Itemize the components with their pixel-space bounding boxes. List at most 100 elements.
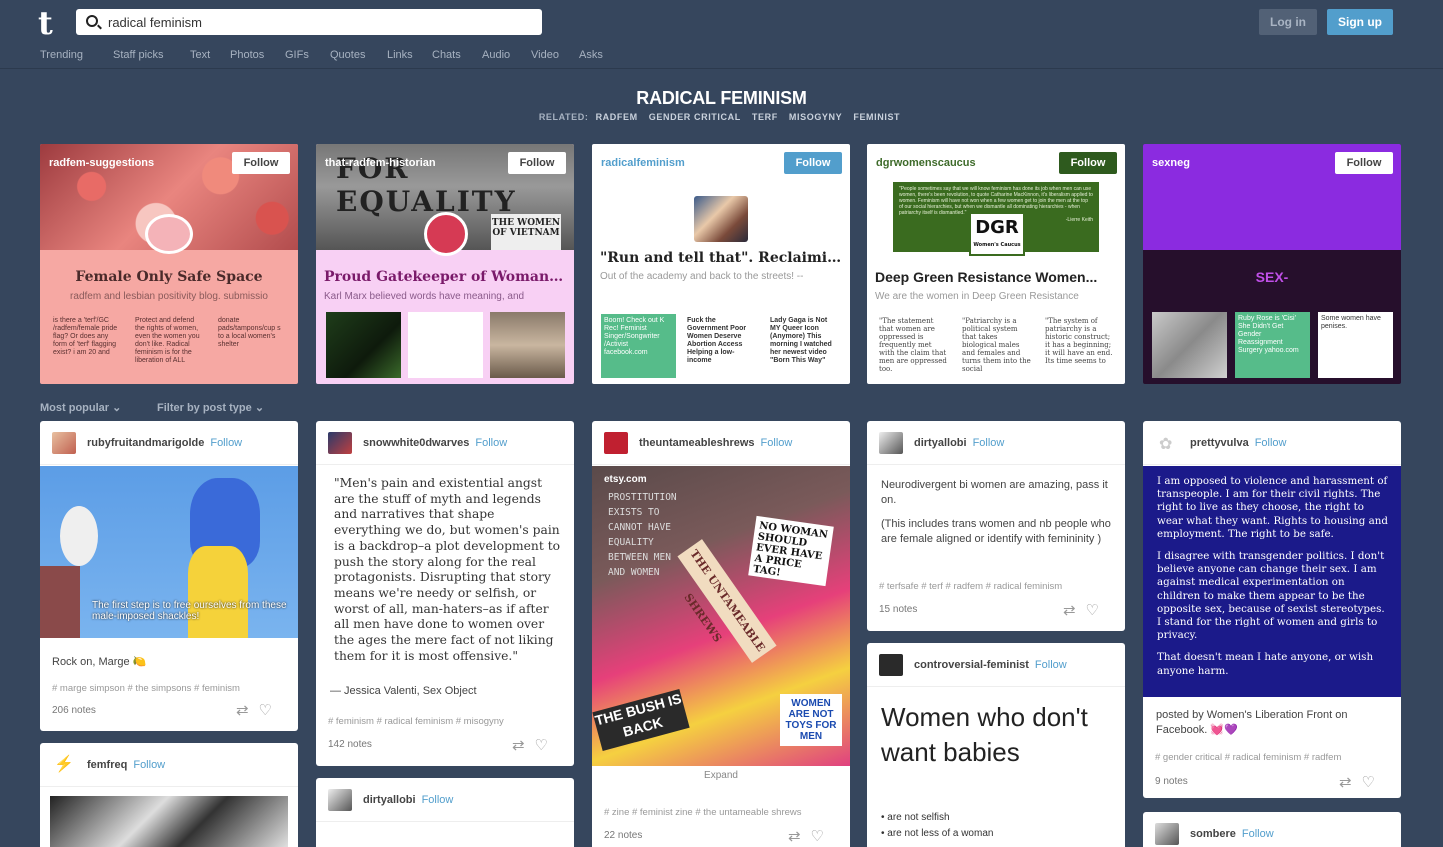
follow-button[interactable]: Follow <box>1059 152 1117 174</box>
mini-photo[interactable] <box>490 312 565 378</box>
reblog-icon[interactable]: ⇄ <box>236 702 259 719</box>
nav-video[interactable]: Video <box>531 49 559 61</box>
blog-card[interactable]: dgrwomenscaucus Follow "People sometimes… <box>867 144 1125 384</box>
post-card[interactable]: snowwhite0dwarves Follow "Men's pain and … <box>316 421 574 766</box>
heart-icon[interactable]: ♡ <box>1086 602 1109 619</box>
post-image-text[interactable]: I am opposed to violence and harassment … <box>1143 466 1401 697</box>
avatar[interactable] <box>328 432 352 454</box>
reblog-icon[interactable]: ⇄ <box>512 737 535 754</box>
blog-card[interactable]: FOR EQUALITY THE WOMEN OF VIETNAM that-r… <box>316 144 574 384</box>
follow-button[interactable]: Follow <box>784 152 842 174</box>
notes-count[interactable]: 15 notes <box>879 604 917 615</box>
blog-name[interactable]: radfem-suggestions <box>49 157 154 169</box>
blog-card[interactable]: radfem-suggestions Follow Female Only Sa… <box>40 144 298 384</box>
follow-button[interactable]: Follow <box>508 152 566 174</box>
heart-icon[interactable]: ♡ <box>259 702 282 719</box>
nav-trending[interactable]: Trending <box>40 49 83 61</box>
heart-icon[interactable]: ♡ <box>1362 774 1385 791</box>
heart-icon[interactable]: ♡ <box>811 828 834 845</box>
post-tags[interactable]: # marge simpson # the simpsons # feminis… <box>52 683 292 694</box>
blog-name[interactable]: radicalfeminism <box>601 157 685 169</box>
mini-post[interactable]: "The statement that women are oppressed … <box>876 314 951 374</box>
username[interactable]: prettyvulva <box>1190 437 1249 449</box>
signup-button[interactable]: Sign up <box>1327 9 1393 35</box>
post-card[interactable]: dirtyallobi Follow Neurodivergent bi wome… <box>867 421 1125 631</box>
post-tags[interactable]: # zine # feminist zine # the untameable … <box>604 807 844 818</box>
post-tags[interactable]: # gender critical # radical feminism # r… <box>1155 752 1395 763</box>
avatar[interactable]: ✿ <box>1155 432 1179 454</box>
search-box[interactable] <box>76 9 542 35</box>
blog-name[interactable]: sexneg <box>1152 157 1190 169</box>
post-card[interactable]: ✿ prettyvulva Follow I am opposed to viol… <box>1143 421 1401 798</box>
reblog-icon[interactable]: ⇄ <box>1339 774 1362 791</box>
mini-post[interactable]: Protect and defend the rights of women, … <box>132 314 207 370</box>
nav-gifs[interactable]: GIFs <box>285 49 309 61</box>
reblog-icon[interactable]: ⇄ <box>1063 602 1086 619</box>
related-tag[interactable]: GENDER CRITICAL <box>649 112 741 122</box>
follow-link[interactable]: Follow <box>133 759 165 771</box>
post-card[interactable]: ⚡ femfreq Follow <box>40 743 298 847</box>
search-input[interactable] <box>108 12 528 32</box>
nav-audio[interactable]: Audio <box>482 49 510 61</box>
nav-asks[interactable]: Asks <box>579 49 603 61</box>
post-card[interactable]: sombere Follow <box>1143 812 1401 847</box>
avatar[interactable] <box>52 432 76 454</box>
mini-post[interactable]: "Patriarchy is a political system that t… <box>959 314 1034 374</box>
post-author[interactable]: sombere Follow <box>1190 828 1274 840</box>
tumblr-logo-icon[interactable]: t <box>38 6 53 40</box>
mini-post[interactable]: Ruby Rose is 'Cisi' She Didn't Get Gende… <box>1235 312 1310 378</box>
follow-link[interactable]: Follow <box>475 437 507 449</box>
follow-button[interactable]: Follow <box>1335 152 1393 174</box>
username[interactable]: snowwhite0dwarves <box>363 437 469 449</box>
blog-card[interactable]: sexneg Follow SEX- Ruby Rose is 'Cisi' S… <box>1143 144 1401 384</box>
username[interactable]: dirtyallobi <box>363 794 416 806</box>
avatar[interactable] <box>879 432 903 454</box>
username[interactable]: sombere <box>1190 828 1236 840</box>
sort-dropdown[interactable]: Most popular ⌄ <box>40 401 121 414</box>
reblog-icon[interactable]: ⇄ <box>788 828 811 845</box>
post-card[interactable]: theuntameableshrews Follow etsy.com PROST… <box>592 421 850 847</box>
follow-link[interactable]: Follow <box>973 437 1005 449</box>
post-author[interactable]: prettyvulva Follow <box>1190 437 1287 449</box>
nav-quotes[interactable]: Quotes <box>330 49 365 61</box>
post-image[interactable] <box>50 796 288 847</box>
notes-count[interactable]: 142 notes <box>328 739 372 750</box>
follow-link[interactable]: Follow <box>210 437 242 449</box>
username[interactable]: controversial-feminist <box>914 659 1029 671</box>
related-tag[interactable]: RADFEM <box>596 112 638 122</box>
blog-name[interactable]: that-radfem-historian <box>325 157 436 169</box>
expand-button[interactable]: Expand <box>592 766 850 792</box>
post-tags[interactable]: # feminism # radical feminism # misogyny <box>328 716 568 727</box>
mini-photo[interactable] <box>408 312 483 378</box>
follow-button[interactable]: Follow <box>232 152 290 174</box>
username[interactable]: femfreq <box>87 759 127 771</box>
login-button[interactable]: Log in <box>1259 9 1317 35</box>
related-tag[interactable]: TERF <box>752 112 778 122</box>
mini-post[interactable]: Fuck the Government Poor Women Deserve A… <box>684 314 759 378</box>
post-author[interactable]: femfreq Follow <box>87 759 165 771</box>
mini-post[interactable]: Lady Gaga is Not MY Queer Icon (Anymore)… <box>767 314 842 378</box>
nav-links[interactable]: Links <box>387 49 413 61</box>
follow-link[interactable]: Follow <box>422 794 454 806</box>
post-card[interactable]: controversial-feminist Follow Women who d… <box>867 643 1125 847</box>
follow-link[interactable]: Follow <box>1035 659 1067 671</box>
post-card[interactable]: dirtyallobi Follow <box>316 778 574 847</box>
post-tags[interactable]: # terfsafe # terf # radfem # radical fem… <box>879 581 1119 592</box>
post-author[interactable]: snowwhite0dwarves Follow <box>363 437 507 449</box>
post-author[interactable]: dirtyallobi Follow <box>914 437 1004 449</box>
heart-icon[interactable]: ♡ <box>535 737 558 754</box>
username[interactable]: rubyfruitandmarigolde <box>87 437 204 449</box>
mini-post[interactable]: is there a 'terf'/GC /radfem/female prid… <box>50 314 125 370</box>
post-image[interactable]: The first step is to free ourselves from… <box>40 466 298 638</box>
post-author[interactable]: rubyfruitandmarigolde Follow <box>87 437 242 449</box>
follow-link[interactable]: Follow <box>761 437 793 449</box>
nav-photos[interactable]: Photos <box>230 49 264 61</box>
notes-count[interactable]: 22 notes <box>604 830 642 841</box>
avatar[interactable] <box>879 654 903 676</box>
post-author[interactable]: controversial-feminist Follow <box>914 659 1067 671</box>
related-tag[interactable]: FEMINIST <box>853 112 900 122</box>
nav-text[interactable]: Text <box>190 49 210 61</box>
nav-chats[interactable]: Chats <box>432 49 461 61</box>
avatar[interactable] <box>604 432 628 454</box>
follow-link[interactable]: Follow <box>1242 828 1274 840</box>
